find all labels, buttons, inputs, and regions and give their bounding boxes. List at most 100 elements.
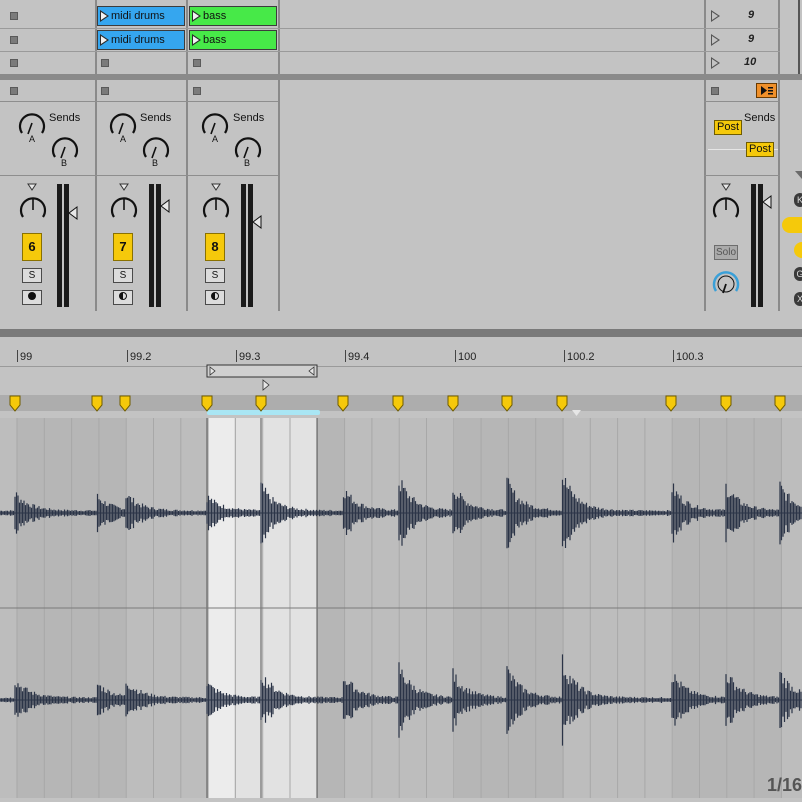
post-toggle-button[interactable]: Post xyxy=(746,142,775,157)
warp-marker-icon xyxy=(556,395,568,412)
send-b-knob[interactable]: B xyxy=(141,133,171,167)
returns-toggle-icon[interactable] xyxy=(794,242,802,258)
level-meter xyxy=(248,184,253,307)
clip-grid: midi drums bass 9 midi drums bass 9 10 xyxy=(0,0,802,76)
svg-text:A: A xyxy=(212,134,218,143)
cue-volume-knob[interactable] xyxy=(711,267,741,301)
warp-marker-icon xyxy=(91,395,103,412)
clip-stop-button[interactable] xyxy=(10,36,18,44)
column-divider xyxy=(798,0,800,76)
svg-text:B: B xyxy=(61,158,67,167)
clip-slot[interactable]: midi drums xyxy=(97,30,185,50)
stop-all-clips-button[interactable] xyxy=(10,87,18,95)
ruler-label: 100.2 xyxy=(567,351,595,363)
mixer-track: A Sends B 6 S xyxy=(0,101,95,311)
clip-launch-icon[interactable] xyxy=(192,10,201,22)
track-activator-button[interactable]: 8 xyxy=(205,233,225,261)
loop-brace[interactable] xyxy=(206,364,318,396)
post-toggle-button[interactable]: Post xyxy=(714,120,743,135)
warp-marker-icon xyxy=(774,395,786,412)
scene-number: 10 xyxy=(744,56,757,68)
warp-marker-icon xyxy=(392,395,404,412)
level-meter xyxy=(149,184,154,307)
send-a-knob[interactable]: A xyxy=(17,109,47,143)
volume-fader-icon[interactable] xyxy=(252,215,262,229)
clip-slot[interactable]: bass xyxy=(189,6,277,26)
volume-fader-icon[interactable] xyxy=(762,195,772,209)
warp-marker-icon xyxy=(255,395,267,412)
monitor-button[interactable] xyxy=(113,290,133,305)
io-toggle-icon[interactable]: K xyxy=(794,193,802,207)
send-b-knob[interactable]: B xyxy=(233,133,263,167)
sends-label: Sends xyxy=(744,112,776,124)
clip-name: midi drums xyxy=(111,34,165,46)
svg-text:B: B xyxy=(152,158,158,167)
sample-editor: 99 99.2 99.3 99.4 100 100.2 100.3 1/16 xyxy=(0,340,802,802)
warp-marker-icon xyxy=(119,395,131,412)
sends-label: Sends xyxy=(49,112,81,124)
master-track: Sends Post Post Solo xyxy=(706,101,780,311)
stop-all-clips-button[interactable] xyxy=(711,87,719,95)
clip-launch-icon[interactable] xyxy=(100,34,109,46)
warp-marker-icon xyxy=(201,395,213,412)
mixer-toggle-icon[interactable]: G xyxy=(794,267,802,281)
stop-all-clips-button[interactable] xyxy=(193,87,201,95)
clip-launch-icon[interactable] xyxy=(100,10,109,22)
svg-text:B: B xyxy=(244,158,250,167)
pan-indicator-icon xyxy=(211,183,221,191)
pan-indicator-icon xyxy=(119,183,129,191)
clip-stop-button[interactable] xyxy=(10,59,18,67)
sends-toggle-icon[interactable] xyxy=(782,217,802,233)
warp-marker-icon xyxy=(665,395,677,412)
clip-launch-icon[interactable] xyxy=(192,34,201,46)
scene-launch-icon[interactable] xyxy=(711,34,720,46)
pan-knob[interactable] xyxy=(109,193,139,227)
track-activator-button[interactable]: 6 xyxy=(22,233,42,261)
clip-name: midi drums xyxy=(111,10,165,22)
follow-arrangement-icon[interactable] xyxy=(756,83,777,98)
beat-time-ruler[interactable]: 99 99.2 99.3 99.4 100 100.2 100.3 xyxy=(0,340,802,366)
svg-text:A: A xyxy=(29,134,35,143)
scene-launch-icon[interactable] xyxy=(711,57,720,69)
track-activator-button[interactable]: 7 xyxy=(113,233,133,261)
crossfader-toggle-icon[interactable]: X xyxy=(794,292,802,306)
mixer-track: A Sends B 7 S xyxy=(91,101,186,311)
send-b-knob[interactable]: B xyxy=(50,133,80,167)
mixer-track: A Sends B 8 S xyxy=(183,101,278,311)
ruler-label: 100 xyxy=(458,351,477,363)
waveform-display[interactable] xyxy=(0,418,802,798)
svg-text:A: A xyxy=(120,134,126,143)
send-a-knob[interactable]: A xyxy=(200,109,230,143)
volume-fader-icon[interactable] xyxy=(68,206,78,220)
clip-stop-button[interactable] xyxy=(101,59,109,67)
arm-button[interactable] xyxy=(22,290,42,305)
send-a-knob[interactable]: A xyxy=(108,109,138,143)
warp-marker-icon xyxy=(337,395,349,412)
monitor-button[interactable] xyxy=(205,290,225,305)
column-divider xyxy=(278,0,280,76)
solo-button[interactable]: S xyxy=(22,268,42,283)
clip-stop-button[interactable] xyxy=(193,59,201,67)
level-meter xyxy=(751,184,756,307)
solo-button[interactable]: S xyxy=(205,268,225,283)
stop-all-clips-button[interactable] xyxy=(101,87,109,95)
pan-knob[interactable] xyxy=(711,193,741,227)
solo-button[interactable]: S xyxy=(113,268,133,283)
panel-splitter[interactable] xyxy=(0,329,802,337)
volume-fader-icon[interactable] xyxy=(160,199,170,213)
pan-knob[interactable] xyxy=(201,193,231,227)
sends-label: Sends xyxy=(233,112,265,124)
pan-knob[interactable] xyxy=(18,193,48,227)
scene-launch-icon[interactable] xyxy=(711,10,720,22)
clip-slot[interactable]: bass xyxy=(189,30,277,50)
chevron-down-icon[interactable] xyxy=(795,170,802,180)
column-divider xyxy=(186,0,188,76)
panel-divider xyxy=(0,311,802,329)
clip-name: bass xyxy=(203,34,227,46)
clip-slot[interactable]: midi drums xyxy=(97,6,185,26)
sends-label: Sends xyxy=(140,112,172,124)
warp-markers[interactable] xyxy=(0,394,802,416)
level-meter xyxy=(57,184,62,307)
solo-button[interactable]: Solo xyxy=(714,245,738,260)
clip-stop-button[interactable] xyxy=(10,12,18,20)
